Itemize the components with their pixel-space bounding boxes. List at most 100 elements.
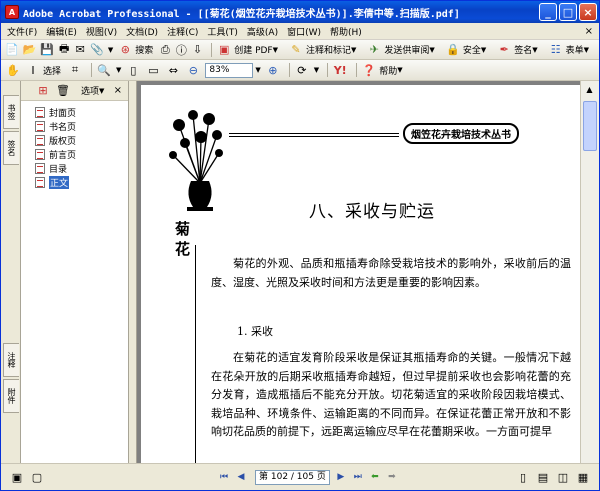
bookmark-item[interactable]: 封面页 — [35, 105, 128, 119]
next-page-icon[interactable]: ▶ — [334, 470, 348, 484]
yahoo-icon[interactable]: Y! — [332, 62, 348, 78]
zoom-in-icon[interactable]: ⊕ — [265, 62, 281, 78]
document-close-icon[interactable]: × — [585, 26, 593, 37]
tab-bookmarks[interactable]: 书签 — [3, 95, 19, 129]
single-page-icon[interactable]: ▯ — [515, 469, 531, 485]
save-icon[interactable]: 💾 — [40, 42, 54, 58]
stamp-icon[interactable]: ⎙ — [159, 42, 171, 58]
last-page-icon[interactable]: ⏭ — [351, 470, 365, 484]
view-options-icon[interactable]: ▢ — [29, 469, 45, 485]
bookmark-item[interactable]: 前言页 — [35, 147, 128, 161]
attach-dropdown-icon[interactable]: ▼ — [108, 46, 113, 54]
go-back-icon[interactable]: ⬅ — [368, 470, 382, 484]
chevron-down-icon[interactable]: ▼ — [99, 87, 104, 95]
facing-icon[interactable]: ◫ — [555, 469, 571, 485]
binoculars-icon: ⊛ — [120, 43, 130, 56]
help-button[interactable]: ❓ 帮助 ▼ — [361, 62, 406, 78]
tab-comments[interactable]: 注释 — [3, 343, 19, 377]
options-menu[interactable]: 选项 — [81, 84, 99, 97]
bookmark-item[interactable]: 目录 — [35, 161, 128, 175]
search-label: 搜索 — [135, 46, 154, 56]
search-button[interactable]: ⊛ 搜索 — [117, 42, 154, 58]
send-review-button[interactable]: ✈ 发送供审阅 ▼ — [366, 42, 438, 58]
menu-advanced[interactable]: 高级(A) — [247, 25, 278, 38]
toolbar-separator — [288, 63, 290, 77]
info-icon[interactable]: ⓘ — [175, 42, 187, 58]
page-layout-icon[interactable]: ▣ — [9, 469, 25, 485]
continuous-facing-icon[interactable]: ▦ — [575, 469, 591, 485]
menu-help[interactable]: 帮助(H) — [330, 25, 362, 38]
bookmark-item[interactable]: 版权页 — [35, 133, 128, 147]
tab-signatures[interactable]: 签名 — [3, 131, 19, 165]
create-pdf-button[interactable]: ▣ 创建 PDF ▼ — [216, 42, 282, 58]
fit-width-icon[interactable]: ⇔ — [165, 62, 181, 78]
panel-splitter[interactable] — [129, 81, 137, 463]
review-icon: ✈ — [369, 43, 380, 56]
chevron-down-icon: ▼ — [429, 45, 435, 54]
rotate-dropdown-icon[interactable]: ▼ — [314, 66, 319, 74]
bookmark-item[interactable]: 书名页 — [35, 119, 128, 133]
chevron-down-icon: ▼ — [583, 45, 590, 54]
previous-page-icon[interactable]: ◀ — [234, 470, 248, 484]
fit-page-icon[interactable]: ▭ — [145, 62, 161, 78]
create-icon[interactable]: 📄 — [5, 42, 19, 58]
menu-tools[interactable]: 工具(T) — [207, 25, 238, 38]
zoom-tool-dropdown-icon[interactable]: ▼ — [116, 66, 121, 74]
print-icon[interactable]: 🖶 — [58, 42, 70, 58]
scroll-up-arrow-icon[interactable]: ▲ — [581, 81, 598, 98]
bookmark-item-selected[interactable]: 正文 — [35, 175, 128, 189]
zoom-out-icon[interactable]: ⊖ — [185, 62, 201, 78]
menu-comments[interactable]: 注释(C) — [167, 25, 198, 38]
bookmark-icon — [35, 176, 45, 188]
close-panel-icon[interactable]: × — [114, 85, 122, 96]
acrobat-icon: A — [5, 5, 19, 19]
minimize-button[interactable]: _ — [539, 3, 557, 21]
go-forward-icon[interactable]: ➡ — [385, 470, 399, 484]
navigation-tab-strip: 书签 签名 注释 附件 — [1, 81, 21, 463]
actual-size-icon[interactable]: ▯ — [125, 62, 141, 78]
zoom-dropdown-icon[interactable]: ▼ — [255, 66, 260, 74]
security-button[interactable]: 🔒 安全 ▼ — [445, 42, 490, 58]
snapshot-icon[interactable]: ⌗ — [67, 62, 83, 78]
hand-tool-icon[interactable]: ✋ — [5, 62, 21, 78]
bookmark-label: 封面页 — [49, 108, 77, 119]
bookmarks-panel-header: ⊞ 🗑 选项 ▼ × — [21, 81, 128, 101]
import-icon[interactable]: ⇩ — [191, 42, 203, 58]
form-icon: ☷ — [550, 43, 561, 56]
sign-button[interactable]: ✒ 签名 ▼ — [496, 42, 541, 58]
first-page-icon[interactable]: ⏮ — [217, 470, 231, 484]
email-icon[interactable]: ✉ — [74, 42, 86, 58]
open-folder-icon[interactable]: 📂 — [23, 42, 37, 58]
title-bar[interactable]: A Adobe Acrobat Professional - [[菊花(烟笠花卉… — [1, 1, 599, 23]
scrollbar-thumb[interactable] — [583, 101, 597, 151]
document-view[interactable]: 烟笠花卉栽培技术丛书 菊花 八、采收与贮运 菊花的外观、品质和瓶插寿命除受栽培技… — [137, 81, 580, 463]
rotate-icon[interactable]: ⟳ — [294, 62, 310, 78]
menu-file[interactable]: 文件(F) — [7, 25, 37, 38]
continuous-icon[interactable]: ▤ — [535, 469, 551, 485]
pdf-page: 烟笠花卉栽培技术丛书 菊花 八、采收与贮运 菊花的外观、品质和瓶插寿命除受栽培技… — [141, 85, 580, 463]
zoom-input[interactable]: 83% — [205, 62, 254, 78]
toolbar-separator — [91, 63, 93, 77]
select-tool-button[interactable]: I 选择 — [25, 62, 61, 78]
forms-button[interactable]: ☷ 表单 ▼ — [548, 42, 593, 58]
tab-attachments[interactable]: 附件 — [3, 379, 19, 413]
menu-document[interactable]: 文档(D) — [126, 25, 158, 38]
menu-view[interactable]: 视图(V) — [86, 25, 117, 38]
create-pdf-icon: ▣ — [219, 43, 230, 56]
lock-icon: 🔒 — [445, 43, 460, 56]
bookmark-icon — [35, 162, 45, 174]
vertical-scrollbar[interactable]: ▲ — [580, 81, 599, 463]
menu-window[interactable]: 窗口(W) — [287, 25, 321, 38]
delete-bookmark-icon[interactable]: 🗑 — [55, 83, 71, 99]
comment-markup-button[interactable]: ✎ 注释和标记 ▼ — [288, 42, 360, 58]
maximize-button[interactable]: □ — [559, 3, 577, 21]
bookmark-expand-icon[interactable]: ⊞ — [35, 83, 51, 99]
page-number-input[interactable]: 第 102 / 105 页 — [255, 469, 330, 485]
attach-icon[interactable]: 📎 — [90, 42, 104, 58]
close-button[interactable]: × — [579, 3, 597, 21]
menu-edit[interactable]: 编辑(E) — [46, 25, 77, 38]
bookmark-icon — [35, 106, 45, 118]
chapter-title: 八、采收与贮运 — [309, 202, 435, 222]
zoom-tool-icon[interactable]: 🔍 — [96, 62, 112, 78]
toolbar-separator — [356, 63, 358, 77]
